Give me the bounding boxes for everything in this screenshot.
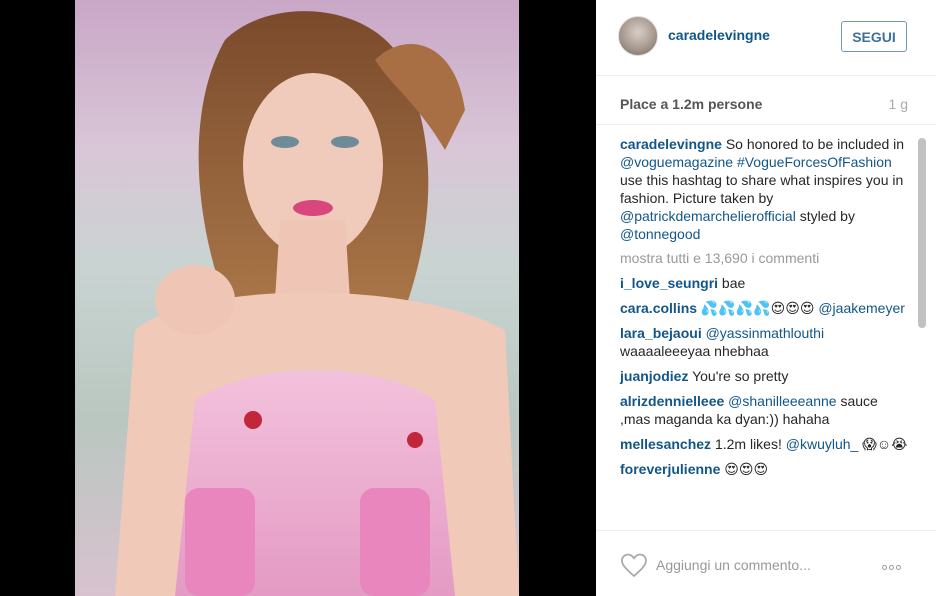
follow-button[interactable]: SEGUI <box>841 21 907 52</box>
caption: caradelevingne So honored to be included… <box>620 135 910 243</box>
comment-text: 😍😍😍 <box>720 461 769 477</box>
comment-username[interactable]: mellesanchez <box>620 436 711 452</box>
view-all-comments-link[interactable]: mostra tutti e 13,690 i commenti <box>620 249 910 267</box>
hashtag-link[interactable]: #VogueForcesOfFashion <box>737 154 892 170</box>
caption-text: styled by <box>795 208 855 224</box>
likes-count[interactable]: Place a 1.2m persone <box>620 96 762 112</box>
comment-text: 💦💦💦💦😍😍😍 <box>697 300 819 316</box>
comment-item: mellesanchez 1.2m likes! @kwuyluh_ 😱☺😭 <box>620 435 910 453</box>
comment-username[interactable]: cara.collins <box>620 300 697 316</box>
comment-text: 😱☺😭 <box>858 436 908 452</box>
mention-link[interactable]: @voguemagazine <box>620 154 733 170</box>
caption-text: So honored to be included in <box>721 136 905 152</box>
mention-link[interactable]: @shanilleeeanne <box>728 393 836 409</box>
comment-item: i_love_seungri bae <box>620 274 910 292</box>
post-photo[interactable] <box>75 0 519 596</box>
comment-username[interactable]: foreverjulienne <box>620 461 720 477</box>
photo-pane <box>0 0 596 596</box>
comment-item: cara.collins 💦💦💦💦😍😍😍 @jaakemeyer <box>620 299 910 317</box>
caption-text: use this hashtag to share what inspires … <box>620 172 904 206</box>
mention-link[interactable]: @yassinmathlouthi <box>706 325 825 341</box>
comment-item: juanjodiez You're so pretty <box>620 367 910 385</box>
comment-username[interactable]: lara_bejaoui <box>620 325 702 341</box>
comment-username[interactable]: juanjodiez <box>620 368 688 384</box>
mention-link[interactable]: @patrickdemarchelierofficial <box>620 208 796 224</box>
comment-item: lara_bejaoui @yassinmathlouthi waaaaleee… <box>620 324 910 360</box>
post-stats: Place a 1.2m persone 1 g <box>620 96 908 116</box>
avatar[interactable] <box>618 16 658 56</box>
comment-username[interactable]: i_love_seungri <box>620 275 718 291</box>
comment-item: foreverjulienne 😍😍😍 <box>620 460 910 478</box>
header-username-link[interactable]: caradelevingne <box>668 27 770 43</box>
comment-text: 1.2m likes! <box>711 436 786 452</box>
mention-link[interactable]: @kwuyluh_ <box>786 436 859 452</box>
post-sidebar: caradelevingne SEGUI Place a 1.2m person… <box>596 0 936 596</box>
comment-username[interactable]: alrizdennielleee <box>620 393 724 409</box>
more-options-icon[interactable] <box>882 557 908 571</box>
mention-link[interactable]: @jaakemeyer <box>818 300 905 316</box>
comment-text: waaaaleeeyaa nhebhaa <box>620 343 769 359</box>
post-footer <box>596 530 936 596</box>
heart-icon[interactable] <box>620 552 648 578</box>
comment-item: alrizdennielleee @shanilleeeanne sauce ,… <box>620 392 910 428</box>
post-header: caradelevingne SEGUI <box>596 0 936 76</box>
comments-scrollbar[interactable] <box>918 138 926 328</box>
comment-text: You're so pretty <box>688 368 789 384</box>
caption-username[interactable]: caradelevingne <box>620 136 722 152</box>
comment-text: bae <box>718 275 746 291</box>
post-time[interactable]: 1 g <box>889 96 908 112</box>
comment-input[interactable] <box>656 553 856 577</box>
mention-link[interactable]: @tonnegood <box>620 226 700 242</box>
comments-list[interactable]: caradelevingne So honored to be included… <box>596 124 936 530</box>
post-photo-illustration <box>115 11 519 596</box>
